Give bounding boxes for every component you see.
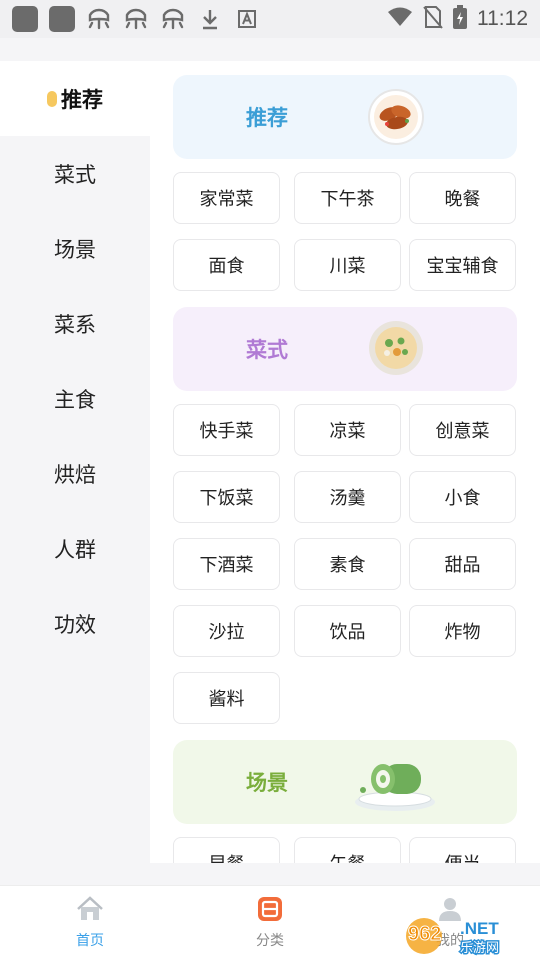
food-image-soup-bowl [367, 319, 425, 377]
sidebar-item-label: 推荐 [61, 87, 103, 112]
section-title: 推荐 [246, 106, 288, 130]
wifi-icon [387, 7, 413, 31]
sidebar-item-dish-style[interactable]: 菜式 [0, 136, 150, 211]
tag-desserts[interactable]: 甜品 [409, 538, 516, 590]
section-banner-recommend[interactable]: 推荐 [173, 75, 517, 159]
tag-dinner[interactable]: 晚餐 [409, 172, 516, 224]
tag-soups[interactable]: 汤羹 [294, 471, 401, 523]
section-title: 菜式 [246, 338, 288, 362]
sidebar-item-label: 主食 [54, 387, 96, 412]
category-content: 推荐 家常菜 下午茶 晚餐 面食 川菜 宝宝辅食 菜式 快手菜 凉菜 创意菜 下… [150, 61, 540, 863]
status-time: 11:12 [477, 7, 528, 30]
nav-home[interactable]: 首页 [0, 886, 180, 960]
tag-bento[interactable]: 便当 [409, 837, 516, 863]
tag-bar-snacks[interactable]: 下酒菜 [173, 538, 280, 590]
bug-icon [160, 6, 186, 32]
svg-text:乐游网: 乐游网 [460, 941, 499, 956]
tag-fried[interactable]: 炸物 [409, 605, 516, 657]
tag-breakfast[interactable]: 早餐 [173, 837, 280, 863]
sidebar-item-label: 功效 [54, 612, 96, 637]
sidebar-item-efficacy[interactable]: 功效 [0, 586, 150, 661]
tag-cold-dishes[interactable]: 凉菜 [294, 404, 401, 456]
tag-creative-dishes[interactable]: 创意菜 [409, 404, 516, 456]
app-root: 11:12 推荐 菜式 场景 菜系 主食 烘焙 人群 功效 推荐 家常菜 下午茶… [0, 0, 540, 960]
tag-rice-dishes[interactable]: 下饭菜 [173, 471, 280, 523]
sidebar-item-people[interactable]: 人群 [0, 511, 150, 586]
nav-category[interactable]: 分类 [180, 886, 360, 960]
home-icon [76, 896, 104, 926]
section-banner-scene[interactable]: 场景 [173, 740, 517, 824]
sidebar-item-label: 人群 [54, 537, 96, 562]
bug-icon [123, 6, 149, 32]
sidebar-item-baking[interactable]: 烘焙 [0, 436, 150, 511]
tag-afternoon-tea[interactable]: 下午茶 [294, 172, 401, 224]
watermark-logo: 962 .NET 乐游网 [400, 912, 535, 958]
sidebar-item-label: 场景 [54, 237, 96, 262]
sidebar-item-label: 菜系 [54, 312, 96, 337]
tag-baby-food[interactable]: 宝宝辅食 [409, 239, 516, 291]
sidebar-item-staple[interactable]: 主食 [0, 361, 150, 436]
tag-vegetarian[interactable]: 素食 [294, 538, 401, 590]
category-sidebar: 推荐 菜式 场景 菜系 主食 烘焙 人群 功效 [0, 61, 150, 885]
tag-sichuan[interactable]: 川菜 [294, 239, 401, 291]
food-image-chicken-wings [367, 88, 425, 146]
nav-label: 首页 [76, 933, 104, 949]
category-icon [257, 896, 283, 926]
svg-text:962: 962 [408, 923, 441, 945]
text-a-icon [234, 6, 260, 32]
app-icon [49, 6, 75, 32]
download-icon [197, 6, 223, 32]
sidebar-item-label: 烘焙 [54, 462, 96, 487]
sidebar-item-recommend[interactable]: 推荐 [0, 61, 150, 136]
tag-quick-dishes[interactable]: 快手菜 [173, 404, 280, 456]
tag-salad[interactable]: 沙拉 [173, 605, 280, 657]
no-sim-icon [423, 5, 443, 33]
tag-snacks[interactable]: 小食 [409, 471, 516, 523]
section-title: 场景 [246, 771, 288, 795]
svg-text:.NET: .NET [460, 919, 499, 938]
sidebar-item-label: 菜式 [54, 162, 96, 187]
tag-sauces[interactable]: 酱料 [173, 672, 280, 724]
status-bar: 11:12 [0, 0, 540, 38]
battery-icon [453, 5, 467, 33]
tag-drinks[interactable]: 饮品 [294, 605, 401, 657]
tag-noodles[interactable]: 面食 [173, 239, 280, 291]
tag-home-cooking[interactable]: 家常菜 [173, 172, 280, 224]
app-icon [12, 6, 38, 32]
nav-label: 分类 [256, 933, 284, 949]
sidebar-item-cuisine[interactable]: 菜系 [0, 286, 150, 361]
food-image-roll-cake [349, 752, 439, 814]
bug-icon [86, 6, 112, 32]
section-banner-dish-style[interactable]: 菜式 [173, 307, 517, 391]
sidebar-item-scene[interactable]: 场景 [0, 211, 150, 286]
active-indicator [47, 90, 57, 107]
tag-lunch[interactable]: 午餐 [294, 837, 401, 863]
